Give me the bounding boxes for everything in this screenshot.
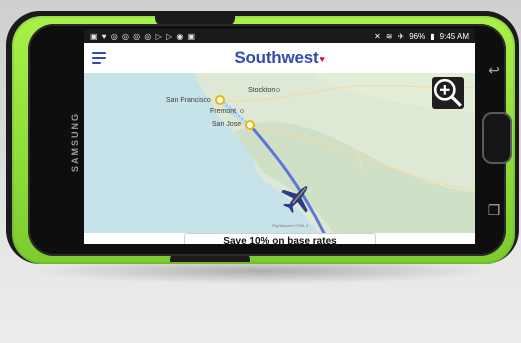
notification-icons: ▣ ♥ ◎ ◎ ◎ ◎ ▷ ▷ ◉ ▣ [90, 31, 197, 41]
app-header: Southwest♥ [84, 43, 475, 73]
flight-map[interactable]: San Francisco Stockton Fremont San Jose … [84, 73, 475, 233]
battery-icon: ▮ [430, 31, 435, 41]
zoom-in-button[interactable] [432, 77, 464, 109]
city-label-fremont: Fremont [210, 108, 237, 115]
recents-soft-key-icon[interactable]: ❐ [484, 200, 504, 220]
home-button[interactable] [482, 112, 512, 164]
status-right-group: ✕ ≋ ✈ 96% ▮ 9:45 AM [374, 32, 469, 41]
logo-text: Southwest [234, 48, 319, 67]
city-label-san-jose: San Jose [212, 121, 242, 128]
back-soft-key-icon[interactable]: ↩ [484, 60, 504, 80]
map-attribution: FlightAware HTML 5 [272, 223, 309, 228]
heart-icon: ♥ [319, 53, 325, 64]
status-bar: ▣ ♥ ◎ ◎ ◎ ◎ ▷ ▷ ◉ ▣ ✕ ≋ ✈ 96% ▮ 9:45 AM [84, 29, 475, 43]
southwest-logo[interactable]: Southwest♥ [234, 48, 325, 68]
clock: 9:45 AM [439, 31, 469, 41]
menu-icon[interactable] [92, 52, 106, 64]
map-canvas [194, 73, 475, 233]
wifi-icon: ≋ [385, 31, 393, 41]
city-marker-san-jose [245, 120, 255, 130]
promo-banner[interactable]: Save 10% on base rates [184, 233, 376, 244]
phone-screen: ▣ ♥ ◎ ◎ ◎ ◎ ▷ ▷ ◉ ▣ ✕ ≋ ✈ 96% ▮ 9:45 AM … [84, 29, 475, 244]
mute-icon: ✕ [374, 31, 381, 41]
promo-banner-text: Save 10% on base rates [223, 236, 337, 244]
photo-scene: SAMSUNG ↩ ❐ ▣ ♥ ◎ ◎ ◎ ◎ ▷ ▷ ◉ ▣ ✕ ≋ ✈ 96… [0, 0, 521, 343]
battery-level: 96% [409, 31, 426, 41]
city-marker-san-francisco [215, 95, 225, 105]
zoom-in-icon [433, 78, 462, 107]
airplane-mode-icon: ✈ [397, 31, 405, 41]
city-label-san-francisco: San Francisco [166, 97, 211, 104]
city-label-stockton: Stockton [248, 87, 276, 94]
